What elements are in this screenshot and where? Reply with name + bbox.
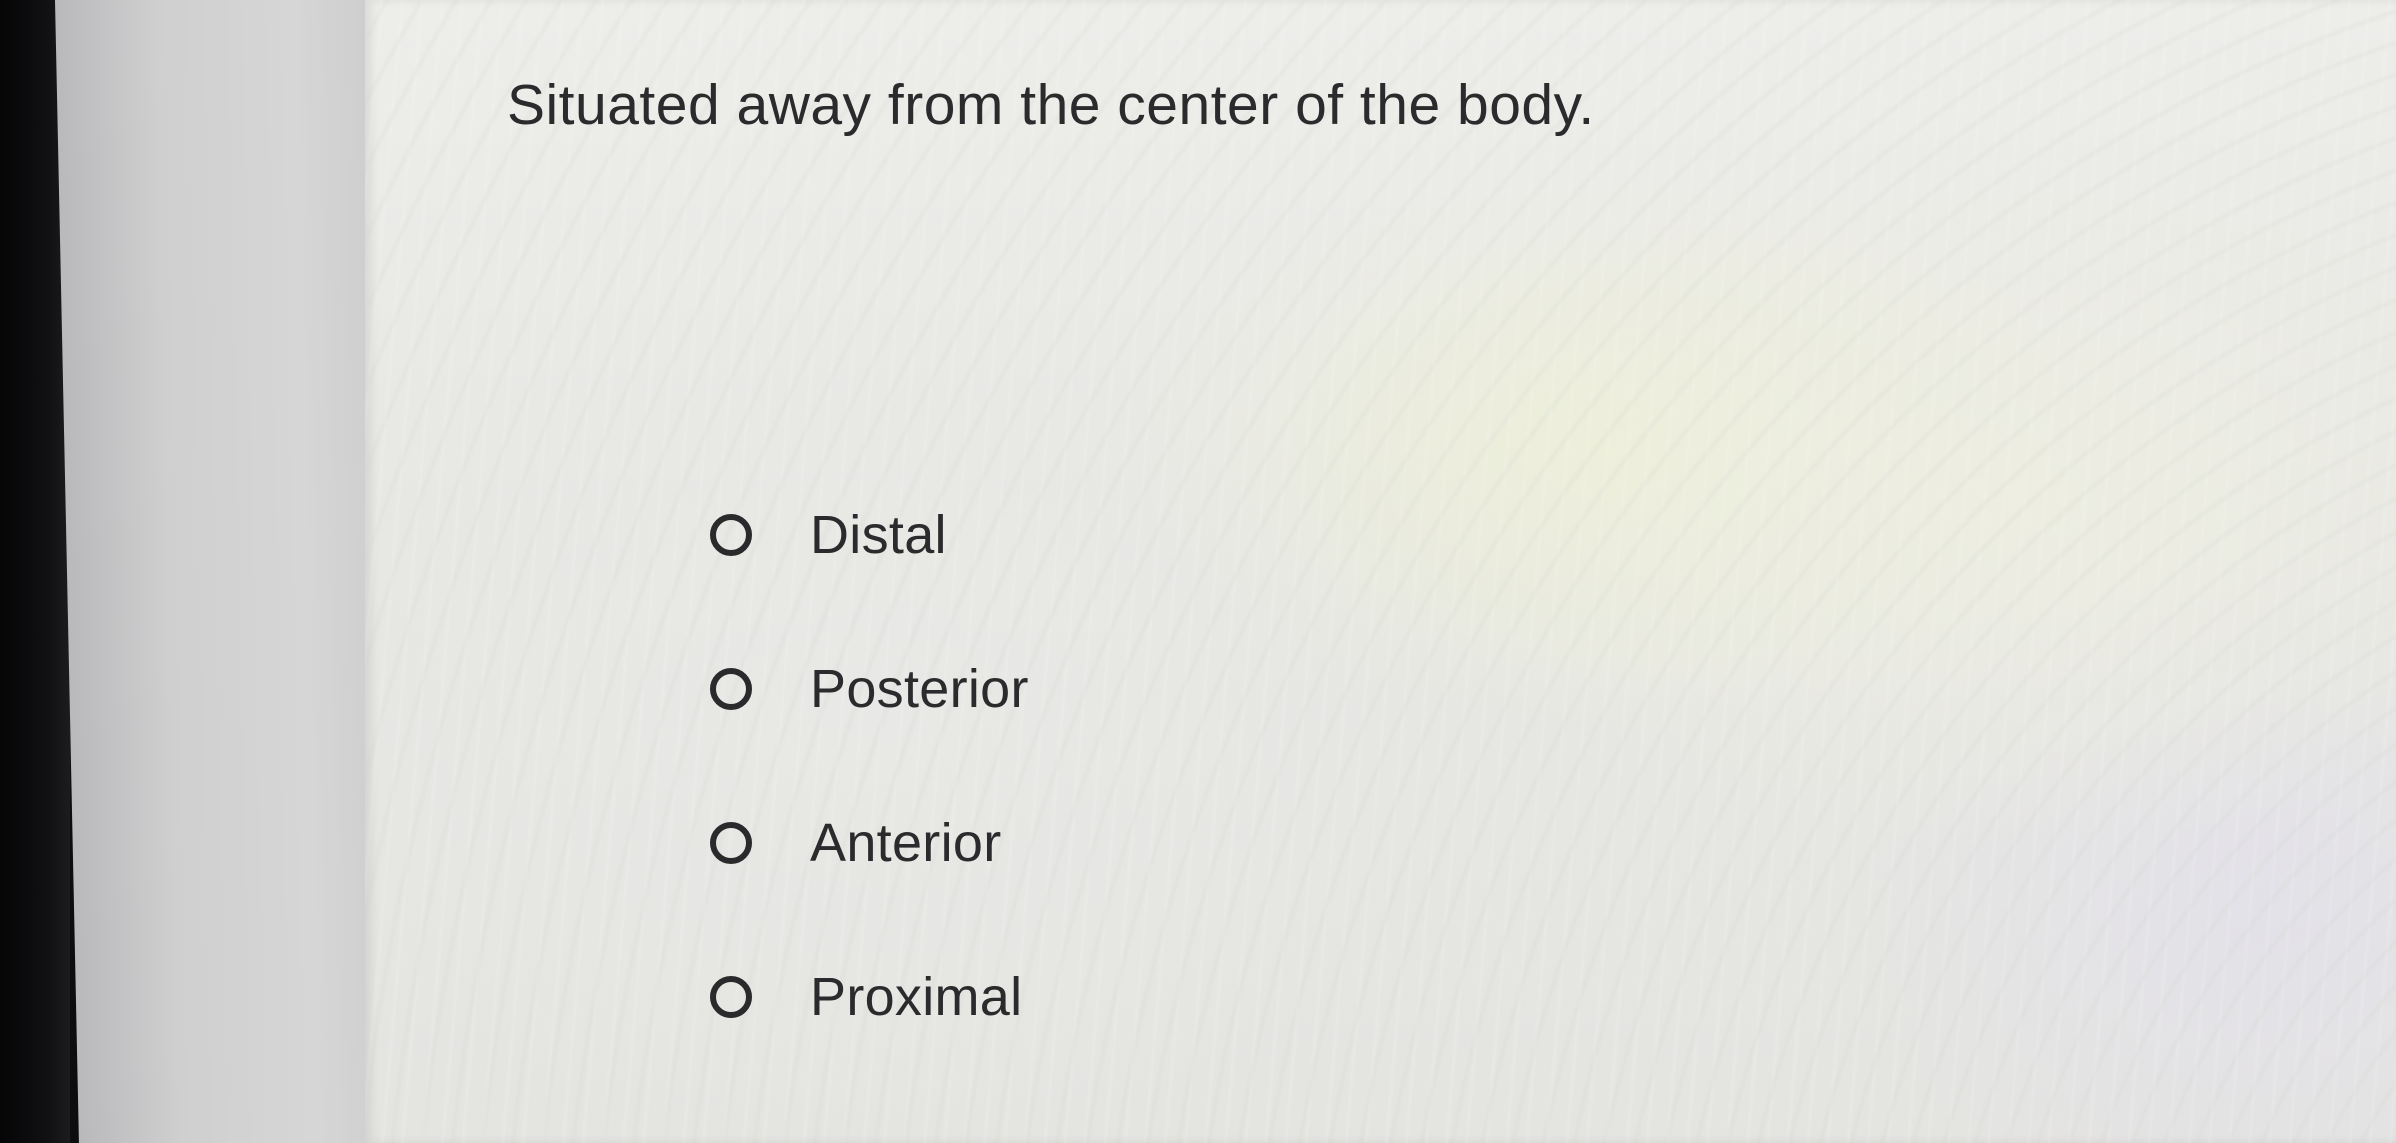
option-label: Distal xyxy=(810,505,947,565)
option-label: Anterior xyxy=(810,813,1002,873)
option-label: Posterior xyxy=(810,659,1029,719)
answer-options: Distal Posterior Anterior Proximal xyxy=(710,458,1029,1074)
radio-button-icon[interactable] xyxy=(710,822,752,864)
screen: Situated away from the center of the bod… xyxy=(0,0,2396,1143)
radio-button-icon[interactable] xyxy=(710,668,752,710)
option-label: Proximal xyxy=(810,967,1023,1027)
radio-button-icon[interactable] xyxy=(710,514,752,556)
option-anterior[interactable]: Anterior xyxy=(710,766,1029,920)
option-posterior[interactable]: Posterior xyxy=(710,612,1029,766)
option-distal[interactable]: Distal xyxy=(710,458,1029,612)
radio-button-icon[interactable] xyxy=(710,976,752,1018)
quiz-content-area xyxy=(365,0,2396,1143)
option-proximal[interactable]: Proximal xyxy=(710,920,1029,1074)
question-text: Situated away from the center of the bod… xyxy=(507,73,1595,137)
